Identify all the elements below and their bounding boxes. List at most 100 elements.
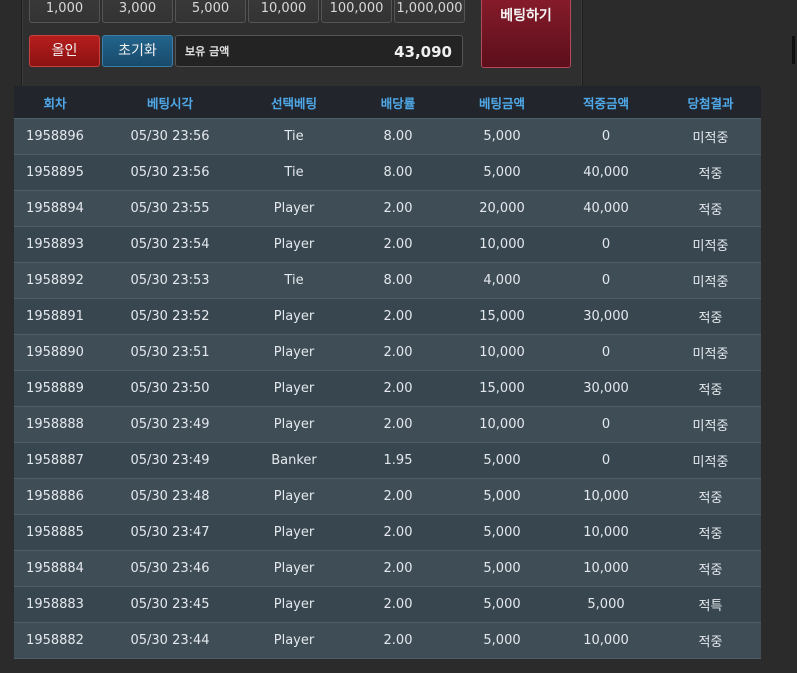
table-row: 1958882 05/30 23:44 Player 2.00 5,000 10,000 적… [14, 622, 761, 658]
table-row: 1958883 05/30 23:45 Player 2.00 5,000 5,000 적특 [14, 586, 761, 623]
header-round: 회차 [14, 86, 96, 119]
cell-bet-amount: 10,000 [452, 226, 552, 263]
chip-button[interactable]: 10,000 [248, 0, 319, 23]
header-bet-amount: 베팅금액 [452, 86, 552, 119]
cell-odds: 8.00 [344, 118, 452, 155]
chip-button[interactable]: 5,000 [175, 0, 246, 23]
table-row: 1958889 05/30 23:50 Player 2.00 15,000 30,000… [14, 370, 761, 407]
cell-bet-amount: 5,000 [452, 442, 552, 479]
cell-odds: 8.00 [344, 154, 452, 191]
cell-bet-amount: 5,000 [452, 154, 552, 191]
cell-bet-time: 05/30 23:44 [96, 622, 244, 658]
cell-round: 1958895 [14, 154, 96, 191]
cell-win-amount: 40,000 [552, 154, 660, 191]
bet-history-table: 회차 베팅시각 선택베팅 배당률 베팅금액 적중금액 당첨결과 1958896 0… [14, 86, 761, 658]
cell-bet-time: 05/30 23:53 [96, 262, 244, 299]
cell-bet-time: 05/30 23:46 [96, 550, 244, 587]
cell-result: 미적중 [660, 118, 761, 155]
cell-selection: Player [244, 190, 344, 227]
table-header-row: 회차 베팅시각 선택베팅 배당률 베팅금액 적중금액 당첨결과 [14, 86, 761, 119]
table-row: 1958890 05/30 23:51 Player 2.00 10,000 0 미적중 [14, 334, 761, 371]
all-in-button[interactable]: 올인 [29, 35, 100, 67]
chip-button[interactable]: 1,000 [29, 0, 100, 23]
cell-bet-time: 05/30 23:56 [96, 154, 244, 191]
table-row: 1958891 05/30 23:52 Player 2.00 15,000 30,000… [14, 298, 761, 335]
cell-round: 1958882 [14, 622, 96, 658]
cell-win-amount: 0 [552, 442, 660, 479]
cell-win-amount: 0 [552, 118, 660, 155]
cell-selection: Tie [244, 262, 344, 299]
cell-selection: Player [244, 334, 344, 371]
cell-win-amount: 0 [552, 406, 660, 443]
table-bottom-border [14, 658, 761, 659]
cell-odds: 2.00 [344, 514, 452, 551]
cell-result: 미적중 [660, 406, 761, 443]
cell-bet-time: 05/30 23:47 [96, 514, 244, 551]
cell-odds: 2.00 [344, 586, 452, 623]
cell-bet-amount: 5,000 [452, 118, 552, 155]
cell-round: 1958896 [14, 118, 96, 155]
reset-button[interactable]: 초기화 [102, 35, 173, 67]
cell-round: 1958888 [14, 406, 96, 443]
cell-result: 적중 [660, 154, 761, 191]
cell-round: 1958886 [14, 478, 96, 515]
cell-selection: Player [244, 478, 344, 515]
cell-bet-time: 05/30 23:49 [96, 406, 244, 443]
cell-bet-amount: 5,000 [452, 586, 552, 623]
cell-selection: Tie [244, 154, 344, 191]
cell-odds: 2.00 [344, 478, 452, 515]
cell-result: 적중 [660, 622, 761, 658]
cell-odds: 1.95 [344, 442, 452, 479]
cell-result: 미적중 [660, 442, 761, 479]
cell-odds: 2.00 [344, 334, 452, 371]
cell-bet-time: 05/30 23:54 [96, 226, 244, 263]
cell-odds: 2.00 [344, 406, 452, 443]
table-row: 1958886 05/30 23:48 Player 2.00 5,000 10,000 적… [14, 478, 761, 515]
balance-value: 43,090 [394, 43, 452, 61]
cell-selection: Player [244, 586, 344, 623]
cell-win-amount: 0 [552, 334, 660, 371]
scrollbar-fragment [792, 36, 795, 64]
cell-result: 미적중 [660, 262, 761, 299]
table-row: 1958884 05/30 23:46 Player 2.00 5,000 10,000 적… [14, 550, 761, 587]
cell-bet-time: 05/30 23:49 [96, 442, 244, 479]
chip-button[interactable]: 100,000 [321, 0, 392, 23]
header-result: 당첨결과 [660, 86, 761, 119]
cell-selection: Player [244, 298, 344, 335]
cell-bet-time: 05/30 23:55 [96, 190, 244, 227]
cell-odds: 2.00 [344, 298, 452, 335]
balance-display: 보유 금액 43,090 [175, 35, 463, 67]
cell-result: 적중 [660, 298, 761, 335]
cell-round: 1958887 [14, 442, 96, 479]
cell-bet-amount: 4,000 [452, 262, 552, 299]
cell-result: 적중 [660, 478, 761, 515]
table-row: 1958887 05/30 23:49 Banker 1.95 5,000 0 미적중 [14, 442, 761, 479]
cell-win-amount: 30,000 [552, 370, 660, 407]
header-bet-time: 베팅시각 [96, 86, 244, 119]
cell-selection: Player [244, 550, 344, 587]
table-row: 1958895 05/30 23:56 Tie 8.00 5,000 40,000 적중 [14, 154, 761, 191]
place-bet-button[interactable]: 베팅하기 [481, 0, 571, 68]
cell-result: 미적중 [660, 226, 761, 263]
table-row: 1958892 05/30 23:53 Tie 8.00 4,000 0 미적중 [14, 262, 761, 299]
cell-win-amount: 40,000 [552, 190, 660, 227]
cell-odds: 2.00 [344, 226, 452, 263]
cell-round: 1958893 [14, 226, 96, 263]
cell-win-amount: 10,000 [552, 550, 660, 587]
cell-bet-amount: 10,000 [452, 334, 552, 371]
cell-bet-time: 05/30 23:56 [96, 118, 244, 155]
cell-odds: 2.00 [344, 370, 452, 407]
cell-selection: Player [244, 622, 344, 658]
cell-odds: 2.00 [344, 622, 452, 658]
chip-button[interactable]: 1,000,000 [394, 0, 465, 23]
header-win-amount: 적중금액 [552, 86, 660, 119]
cell-win-amount: 0 [552, 262, 660, 299]
cell-selection: Player [244, 514, 344, 551]
table-row: 1958894 05/30 23:55 Player 2.00 20,000 40,000… [14, 190, 761, 227]
cell-bet-time: 05/30 23:52 [96, 298, 244, 335]
cell-result: 적중 [660, 550, 761, 587]
chip-button[interactable]: 3,000 [102, 0, 173, 23]
table-row: 1958893 05/30 23:54 Player 2.00 10,000 0 미적중 [14, 226, 761, 263]
cell-win-amount: 5,000 [552, 586, 660, 623]
cell-bet-amount: 5,000 [452, 550, 552, 587]
